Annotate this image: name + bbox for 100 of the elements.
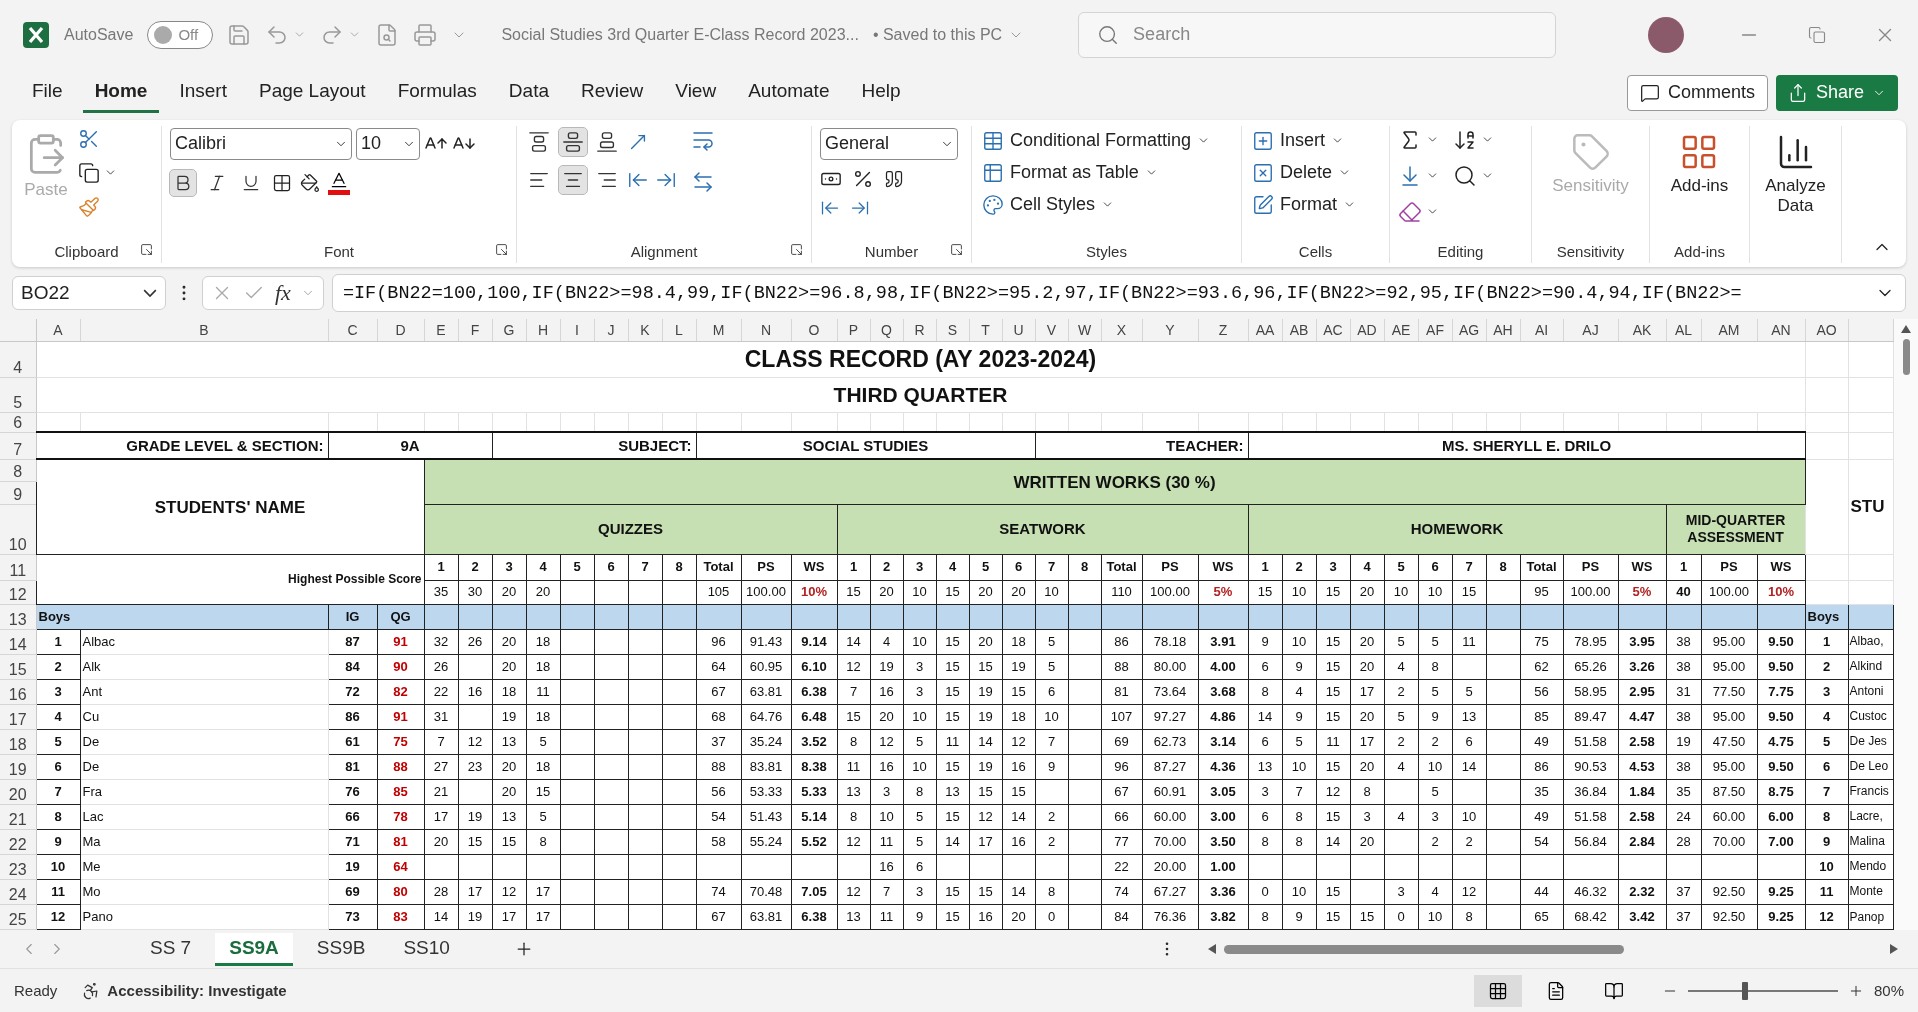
menu-tab[interactable]: Page Layout <box>246 72 378 114</box>
merge-icon[interactable] <box>691 169 715 194</box>
column-letter[interactable]: Q <box>870 319 903 342</box>
column-letter[interactable]: F <box>458 319 492 342</box>
comments-button[interactable]: Comments <box>1626 74 1768 111</box>
column-letter[interactable]: W <box>1068 319 1101 342</box>
bold-button[interactable] <box>170 169 196 196</box>
column-letter[interactable]: T <box>969 319 1002 342</box>
brush-icon[interactable] <box>78 195 100 218</box>
column-letter[interactable]: AL <box>1666 319 1701 342</box>
sheet-tab[interactable]: SS 7 <box>136 932 206 966</box>
scroll-left-icon[interactable] <box>1208 944 1216 955</box>
column-letter[interactable]: AI <box>1520 319 1563 342</box>
column-letter[interactable]: S <box>936 319 969 342</box>
column-letter[interactable]: AJ <box>1563 319 1618 342</box>
menu-tab[interactable]: Data <box>496 72 561 114</box>
vertical-scrollbar[interactable] <box>1893 319 1918 931</box>
zoom-slider-thumb[interactable] <box>1741 981 1748 1000</box>
column-letter[interactable]: P <box>837 319 870 342</box>
name-box[interactable]: BO22 <box>12 276 166 311</box>
menu-tab[interactable]: View <box>663 72 729 114</box>
cut-icon[interactable] <box>78 127 100 150</box>
column-letter[interactable]: AC <box>1316 319 1350 342</box>
row-number[interactable]: 9 <box>0 481 36 505</box>
align-center-button[interactable] <box>559 165 587 194</box>
cells-menu-button[interactable]: Format <box>1250 191 1358 218</box>
column-letter[interactable]: U <box>1002 319 1035 342</box>
row-number[interactable]: 11 <box>0 554 36 581</box>
row-number[interactable]: 10 <box>0 504 36 555</box>
column-letter[interactable]: R <box>903 319 936 342</box>
autosave-toggle[interactable]: Off <box>147 20 214 49</box>
row-number[interactable]: 14 <box>0 629 36 655</box>
column-letter[interactable]: AG <box>1452 319 1486 342</box>
eraser-icon[interactable] <box>1398 199 1422 224</box>
column-letter[interactable]: I <box>560 319 594 342</box>
cells-menu-button[interactable]: Insert <box>1250 127 1347 154</box>
column-letter[interactable]: AO <box>1805 319 1848 342</box>
menu-tab[interactable]: File <box>20 72 75 114</box>
menu-tab[interactable]: Automate <box>736 72 842 114</box>
row-number[interactable]: 23 <box>0 854 36 880</box>
share-button[interactable]: Share <box>1775 74 1898 111</box>
dialog-launcher-icon[interactable] <box>790 243 803 257</box>
row-number[interactable]: 4 <box>0 341 36 378</box>
column-letter[interactable]: AD <box>1350 319 1384 342</box>
column-letter[interactable]: H <box>526 319 560 342</box>
row-number[interactable]: 8 <box>0 459 36 482</box>
row-number[interactable]: 17 <box>0 704 36 730</box>
column-letter[interactable]: M <box>696 319 741 342</box>
add-ins-button[interactable]: Add-ins <box>1666 127 1733 240</box>
column-letter[interactable]: O <box>791 319 837 342</box>
restore-icon[interactable] <box>1808 25 1826 44</box>
sheet-tab[interactable]: SS9A <box>215 932 293 966</box>
borders-icon[interactable] <box>272 172 292 193</box>
column-letter[interactable]: B <box>80 319 328 342</box>
column-letter[interactable]: J <box>594 319 628 342</box>
column-letter[interactable]: AB <box>1282 319 1316 342</box>
menu-tab[interactable]: Home <box>82 72 160 114</box>
row-number[interactable]: 19 <box>0 754 36 780</box>
scrollbar-thumb[interactable] <box>1224 944 1624 954</box>
search-icon[interactable] <box>1453 163 1477 188</box>
column-letter[interactable]: AM <box>1701 319 1757 342</box>
accessibility-status[interactable]: Accessibility: Investigate <box>107 982 287 1000</box>
column-letter[interactable]: C <box>328 319 377 342</box>
comma-icon[interactable] <box>884 168 904 189</box>
menu-tab[interactable]: Formulas <box>385 72 489 114</box>
column-letter[interactable]: A <box>36 319 80 342</box>
column-letter[interactable]: AN <box>1757 319 1805 342</box>
fill-color-icon[interactable] <box>300 172 320 193</box>
column-letter[interactable]: X <box>1101 319 1142 342</box>
row-number[interactable]: 20 <box>0 779 36 805</box>
sheet-tab[interactable]: SS9B <box>302 932 380 966</box>
row-number[interactable]: 6 <box>0 412 36 433</box>
row-number[interactable]: 7 <box>0 432 36 460</box>
row-number[interactable]: 22 <box>0 829 36 855</box>
dialog-launcher-icon[interactable] <box>140 243 153 257</box>
font-color-button[interactable] <box>328 170 350 196</box>
row-number[interactable]: 25 <box>0 904 36 930</box>
column-letter[interactable]: E <box>424 319 458 342</box>
row-number[interactable]: 5 <box>0 377 36 413</box>
font-name-field[interactable]: Calibri <box>170 127 352 160</box>
row-number[interactable]: 18 <box>0 729 36 755</box>
sheet-tab[interactable]: SS10 <box>389 932 464 966</box>
dialog-launcher-icon[interactable] <box>950 243 963 257</box>
number-format-field[interactable]: General <box>820 127 958 160</box>
menu-tab[interactable]: Review <box>569 72 656 114</box>
column-letter[interactable]: AK <box>1618 319 1666 342</box>
column-letter[interactable]: G <box>492 319 526 342</box>
styles-menu-button[interactable]: Format as Table <box>980 159 1160 186</box>
row-number[interactable]: 15 <box>0 654 36 680</box>
column-letter[interactable]: AE <box>1384 319 1418 342</box>
insert-function-button[interactable]: fx <box>275 280 291 307</box>
normal-view-button[interactable] <box>1473 974 1522 1007</box>
column-letter[interactable]: Z <box>1198 319 1248 342</box>
dialog-launcher-icon[interactable] <box>495 243 508 257</box>
row-number[interactable]: 21 <box>0 804 36 830</box>
column-letter[interactable]: V <box>1035 319 1068 342</box>
row-number[interactable]: 13 <box>0 604 36 630</box>
styles-menu-button[interactable]: Cell Styles <box>980 191 1117 218</box>
row-number[interactable]: 16 <box>0 679 36 705</box>
menu-tab[interactable]: Help <box>849 72 913 114</box>
